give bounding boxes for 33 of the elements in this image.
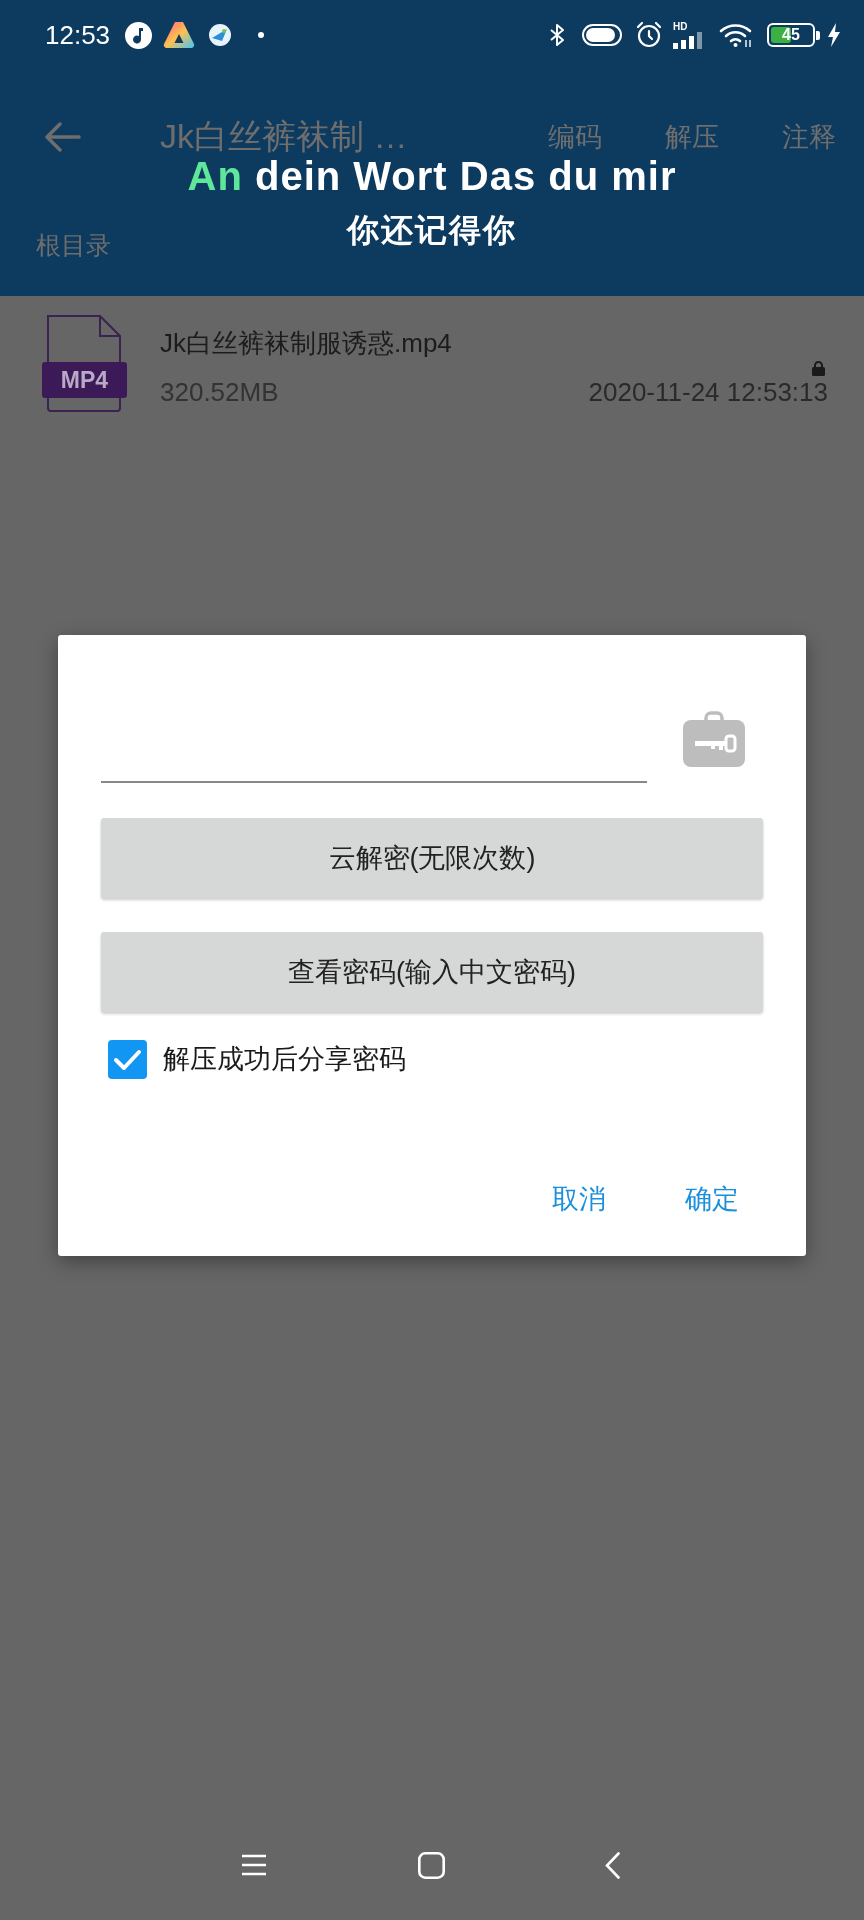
toolbar-action[interactable]: 解压: [652, 123, 732, 151]
bluetooth-icon: [549, 22, 566, 48]
toolbar-action[interactable]: 编码: [535, 123, 615, 151]
archive-title: Jk白丝裤袜制 …: [160, 117, 408, 155]
menu-icon[interactable]: [242, 1854, 266, 1876]
dialog-option-button[interactable]: 查看密码(输入中文密码): [101, 932, 763, 1012]
file-modified-time: 2020-11-24 12:53:13: [588, 376, 828, 408]
breadcrumb-path[interactable]: 根目录: [36, 232, 111, 258]
checkbox-label: 解压成功后分享密码: [163, 1046, 406, 1073]
music-note-disc-icon: [125, 21, 153, 49]
back-chevron-icon[interactable]: [605, 1851, 620, 1879]
dialog-action-button[interactable]: 确定: [685, 1179, 739, 1219]
back-arrow-icon[interactable]: [45, 122, 81, 152]
file-type-badge: MP4: [42, 362, 127, 398]
checkbox[interactable]: [108, 1040, 147, 1079]
ball-icon: [209, 24, 232, 46]
network-type-label: HD: [673, 21, 688, 32]
triangle-logo-icon: [163, 21, 196, 49]
toolbar-action[interactable]: 注释: [769, 123, 849, 151]
home-square-icon[interactable]: [418, 1851, 445, 1879]
key-case-icon[interactable]: [683, 711, 745, 767]
dot-icon: [258, 32, 265, 38]
lyrics-line: An dein Wort Das du mir: [187, 153, 677, 200]
battery-indicator: 45: [767, 23, 820, 47]
dialog-action-button[interactable]: 取消: [552, 1179, 606, 1219]
file-name[interactable]: Jk白丝裤袜制服诱惑.mp4: [160, 325, 828, 361]
status-time: 12:53: [45, 22, 111, 48]
lightning-bolt-icon: [826, 22, 842, 48]
capsule-icon: [582, 24, 622, 46]
dialog-option-button[interactable]: 云解密(无限次数): [101, 818, 763, 898]
alarm-clock-icon: [635, 21, 663, 49]
wifi-icon: [719, 22, 754, 48]
lyrics-line: 你还记得你: [347, 211, 517, 250]
